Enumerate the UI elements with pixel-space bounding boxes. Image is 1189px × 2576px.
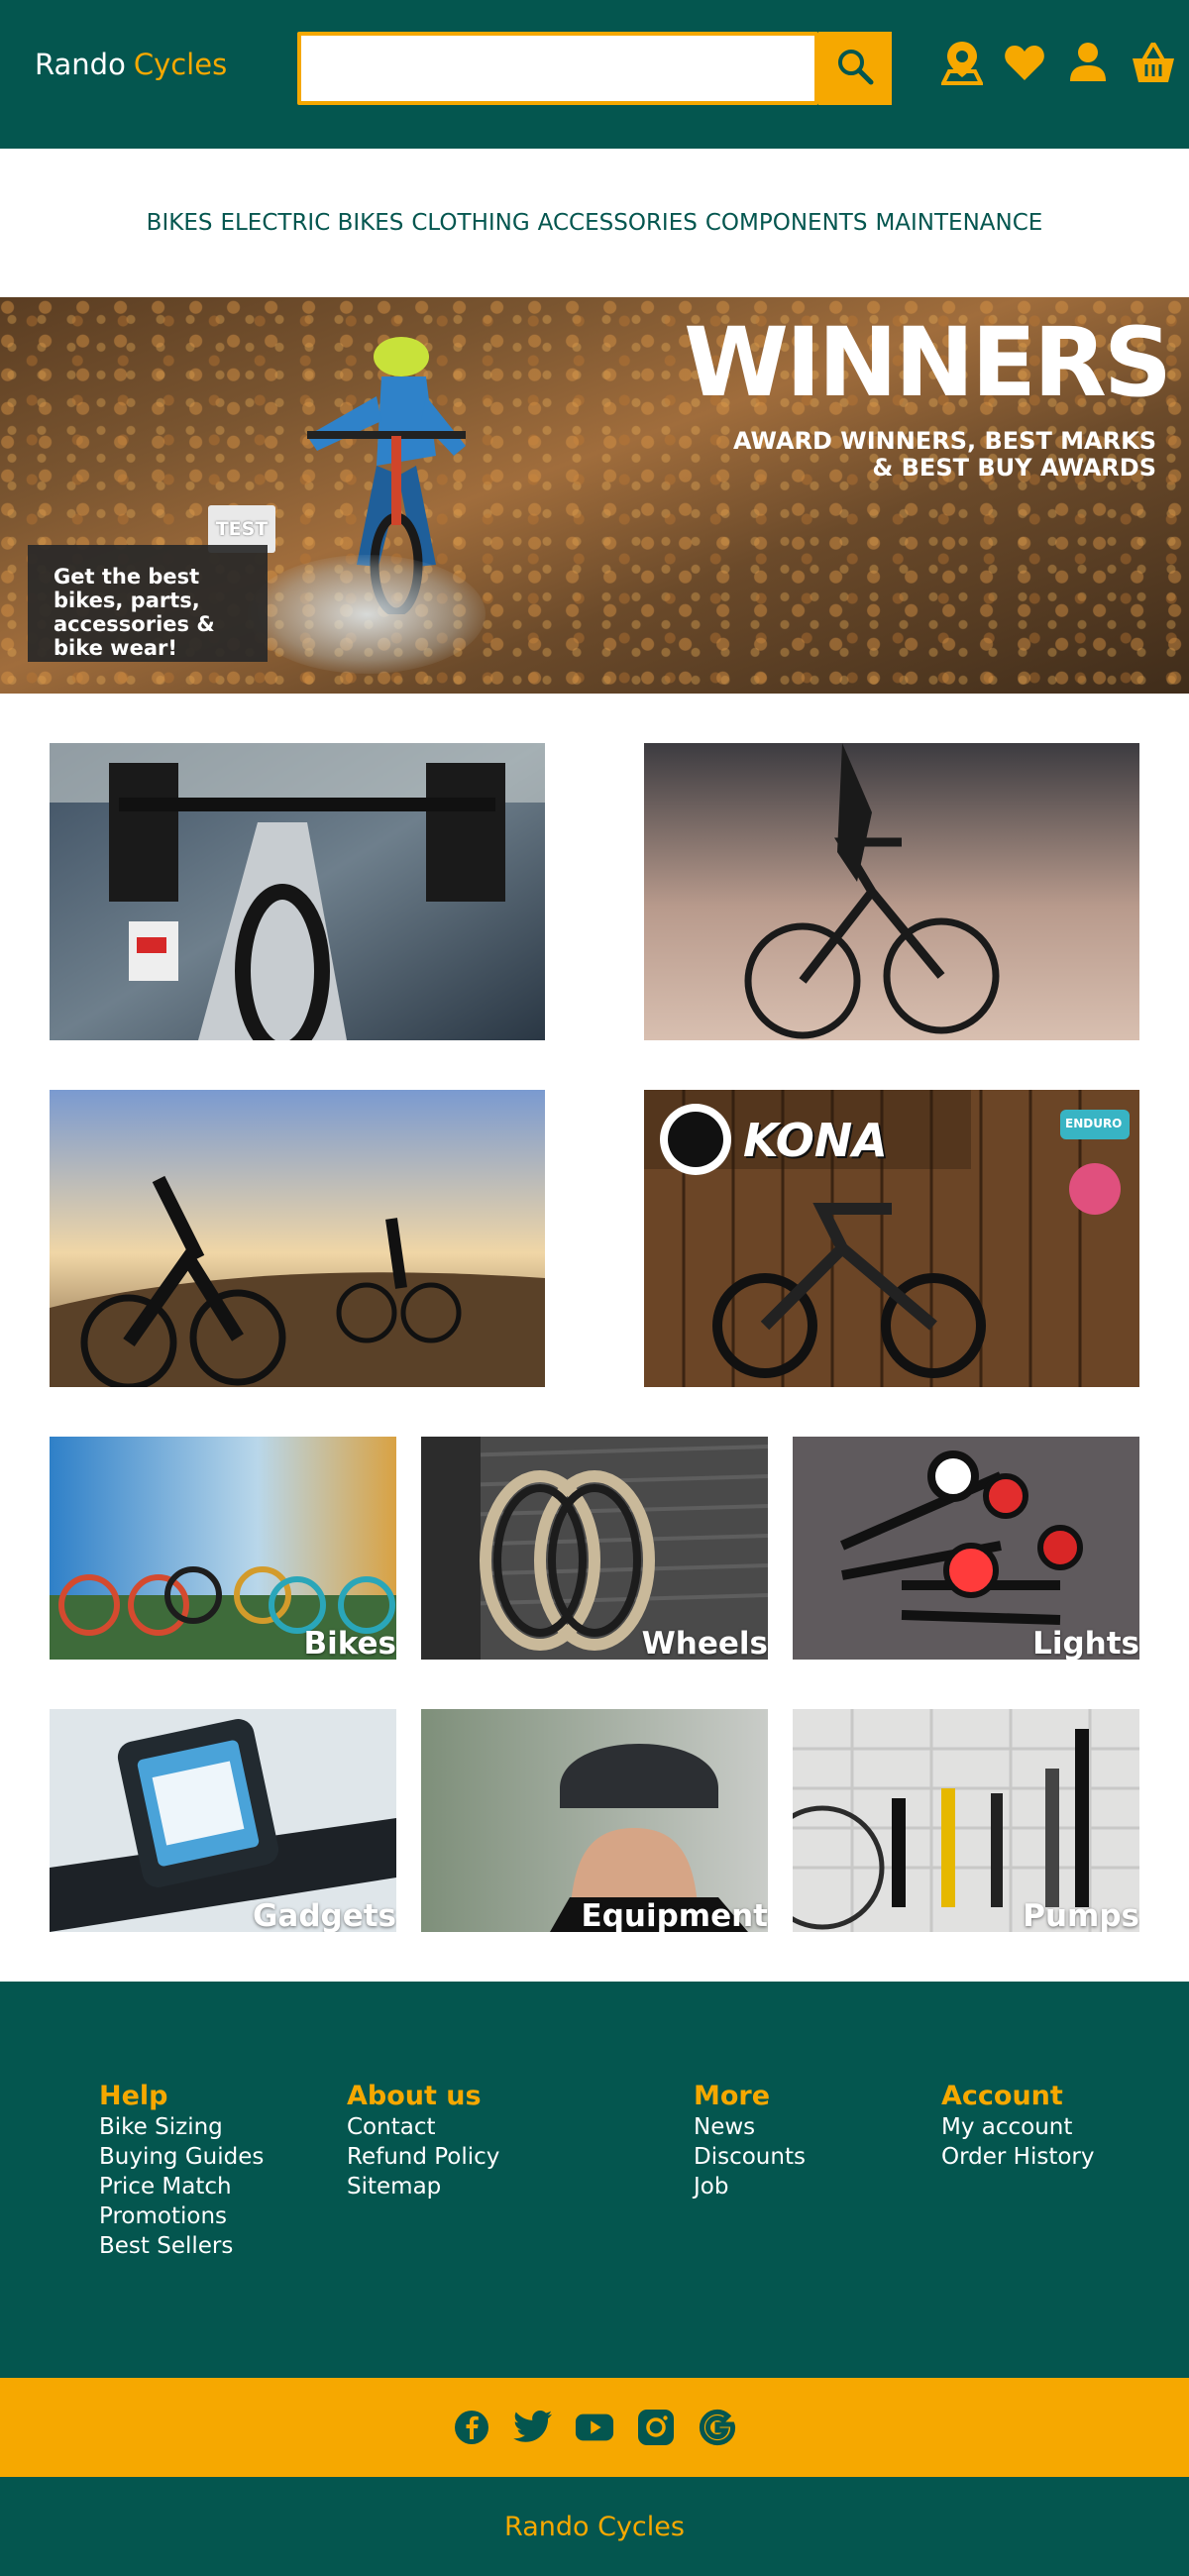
kona-brand-text: KONA: [743, 1114, 888, 1167]
footer-link-my-account[interactable]: My account: [941, 2112, 1095, 2142]
hero-subtitle-line-2: & BEST BUY AWARDS: [872, 454, 1156, 482]
store-locator-icon[interactable]: [939, 38, 985, 87]
instagram-icon[interactable]: [636, 2408, 676, 2447]
footer-link-buying-guides[interactable]: Buying Guides: [99, 2142, 264, 2172]
footer-heading-account: Account: [941, 2081, 1063, 2111]
heart-icon[interactable]: [1002, 38, 1047, 87]
footer-link-price-match[interactable]: Price Match: [99, 2172, 264, 2201]
category-tile-equipment[interactable]: Equipment: [421, 1709, 768, 1932]
search-input[interactable]: [297, 32, 818, 105]
hero-subtitle: AWARD WINNERS, BEST MARKS & BEST BUY AWA…: [562, 428, 1156, 482]
footer-link-news[interactable]: News: [694, 2112, 806, 2142]
social-bar: [0, 2378, 1189, 2477]
gravel-riders-image: [50, 1090, 545, 1387]
search-icon: [835, 47, 875, 90]
twitter-icon[interactable]: [513, 2408, 553, 2447]
google-icon[interactable]: [698, 2408, 737, 2447]
footer-link-contact[interactable]: Contact: [347, 2112, 499, 2142]
kona-bike-image: [644, 1090, 1139, 1387]
bottom-bar: Rando Cycles: [0, 2477, 1189, 2576]
hero-title: WINNERS: [684, 307, 1172, 418]
site-header: Rando Cycles: [0, 0, 1189, 149]
youtube-icon[interactable]: [575, 2408, 614, 2447]
category-tile-pumps[interactable]: Pumps: [793, 1709, 1139, 1932]
nav-item-components[interactable]: COMPONENTS: [705, 210, 868, 236]
site-footer: Help Bike Sizing Buying Guides Price Mat…: [0, 1982, 1189, 2378]
sunset-bike-image: [644, 743, 1139, 1040]
category-label-equipment: Equipment: [581, 1898, 768, 1932]
category-label-pumps: Pumps: [1023, 1898, 1139, 1932]
category-tile-gadgets[interactable]: Gadgets: [50, 1709, 396, 1932]
footer-heading-help: Help: [99, 2081, 168, 2111]
category-tile-bikes[interactable]: Bikes: [50, 1437, 396, 1660]
footer-column-about: About us Contact Refund Policy Sitemap: [347, 2081, 499, 2201]
footer-column-more: More News Discounts Job: [694, 2081, 806, 2201]
footer-link-order-history[interactable]: Order History: [941, 2142, 1095, 2172]
main-navigation: BIKES ELECTRIC BIKES CLOTHING ACCESSORIE…: [0, 149, 1189, 297]
footer-link-bike-sizing[interactable]: Bike Sizing: [99, 2112, 264, 2142]
footer-heading-about: About us: [347, 2081, 482, 2111]
search-button[interactable]: [818, 32, 892, 105]
hero-subtitle-line-1: AWARD WINNERS, BEST MARKS: [733, 427, 1156, 455]
category-label-gadgets: Gadgets: [252, 1898, 396, 1932]
nav-item-clothing[interactable]: CLOTHING: [411, 210, 529, 236]
footer-link-sitemap[interactable]: Sitemap: [347, 2172, 499, 2201]
logo-word-2: Cycles: [133, 48, 228, 81]
category-tile-lights[interactable]: Lights: [793, 1437, 1139, 1660]
hero-info-text: Get the best bikes, parts, accessories &…: [54, 565, 215, 660]
nav-item-maintenance[interactable]: MAINTENANCE: [875, 210, 1042, 236]
user-icon[interactable]: [1065, 38, 1111, 87]
footer-column-help: Help Bike Sizing Buying Guides Price Mat…: [99, 2081, 264, 2261]
category-label-bikes: Bikes: [303, 1626, 396, 1660]
promo-kona-tile[interactable]: KONA ENDURO: [644, 1090, 1139, 1387]
footer-column-account: Account My account Order History: [941, 2081, 1095, 2172]
promo-sunset-bike-tile[interactable]: [644, 743, 1139, 1040]
promo-gravel-tile[interactable]: [50, 1090, 545, 1387]
footer-link-refund-policy[interactable]: Refund Policy: [347, 2142, 499, 2172]
basket-icon[interactable]: [1131, 38, 1176, 87]
kona-enduro-badge: ENDURO: [1065, 1117, 1123, 1130]
nav-item-accessories[interactable]: ACCESSORIES: [538, 210, 698, 236]
category-label-lights: Lights: [1032, 1626, 1139, 1660]
category-label-wheels: Wheels: [641, 1626, 768, 1660]
nav-item-electric-bikes[interactable]: ELECTRIC BIKES: [220, 210, 403, 236]
footer-link-job[interactable]: Job: [694, 2172, 806, 2201]
hero-info-box: Get the best bikes, parts, accessories &…: [28, 545, 268, 662]
footer-heading-more: More: [694, 2081, 771, 2111]
site-logo[interactable]: Rando Cycles: [35, 48, 227, 81]
footer-link-discounts[interactable]: Discounts: [694, 2142, 806, 2172]
promo-road-bike-tile[interactable]: [50, 743, 545, 1040]
footer-link-promotions[interactable]: Promotions: [99, 2201, 264, 2231]
nav-item-bikes[interactable]: BIKES: [147, 210, 213, 236]
hero-banner[interactable]: WINNERS AWARD WINNERS, BEST MARKS & BEST…: [0, 297, 1189, 694]
water-splash: [248, 555, 486, 674]
facebook-icon[interactable]: [452, 2408, 491, 2447]
road-bike-image: [50, 743, 545, 1040]
footer-link-best-sellers[interactable]: Best Sellers: [99, 2231, 264, 2261]
logo-word-1: Rando: [35, 48, 126, 81]
bottom-brand: Rando Cycles: [504, 2511, 685, 2542]
category-tile-wheels[interactable]: Wheels: [421, 1437, 768, 1660]
